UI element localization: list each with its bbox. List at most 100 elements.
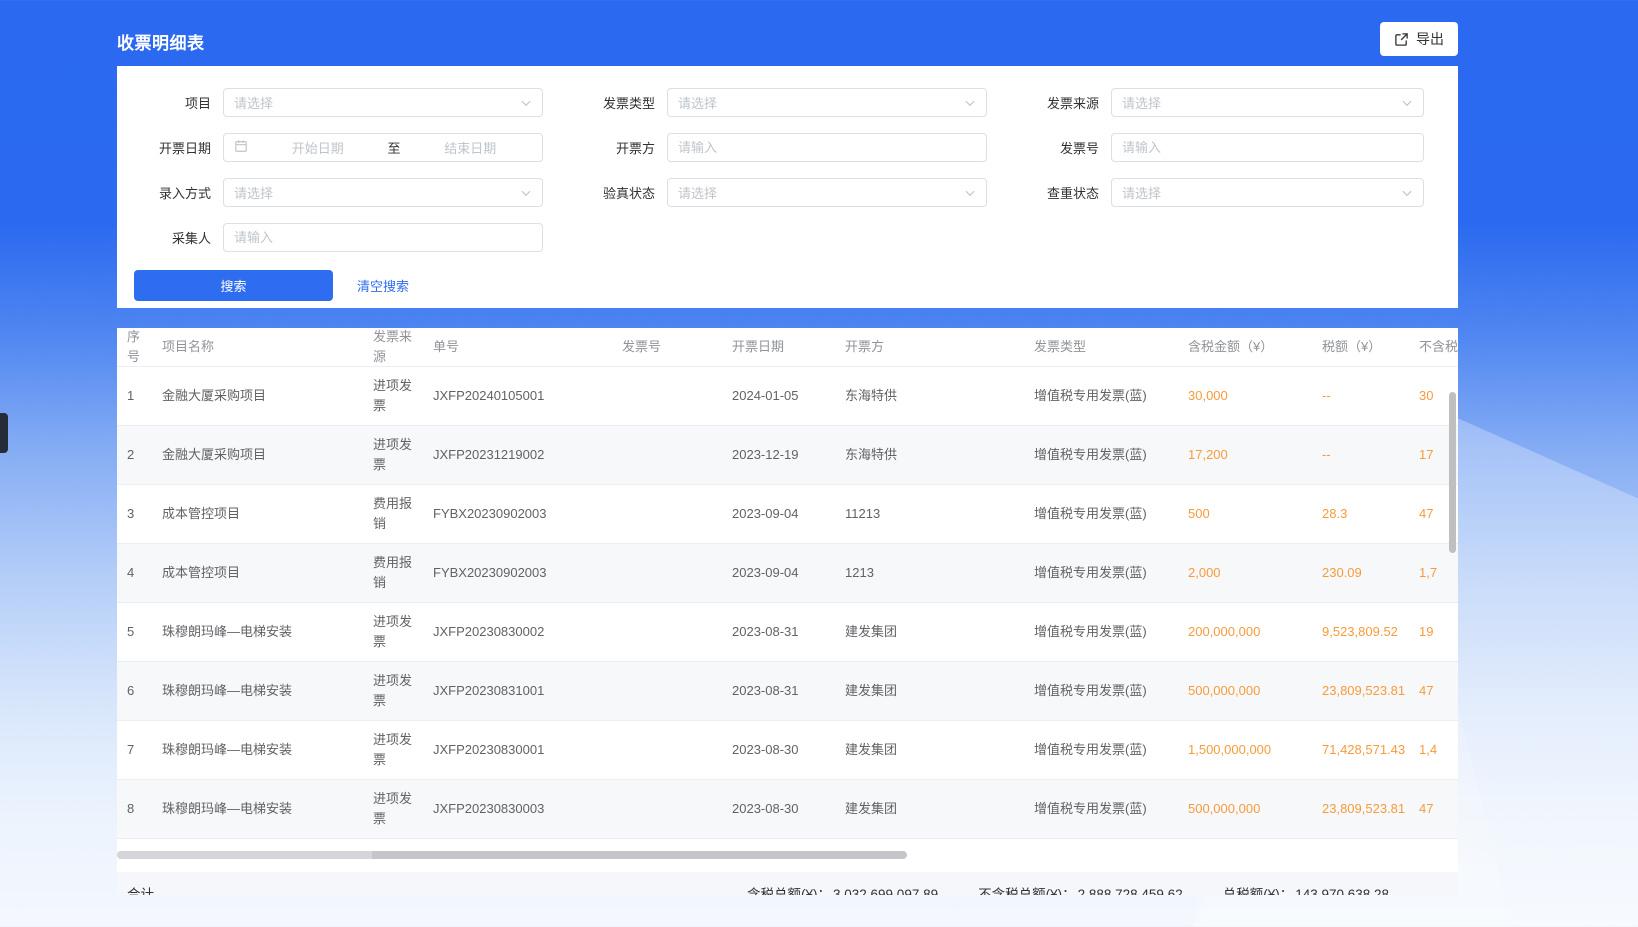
filter-field-invoice-type: 发票类型 请选择 [561, 80, 1005, 125]
cell-issuer: 东海特供 [845, 377, 1034, 415]
col-header-source: 发票来源 [373, 328, 433, 367]
project-select[interactable]: 请选择 [223, 88, 543, 117]
clear-search-link[interactable]: 清空搜索 [357, 276, 409, 295]
invoice-date-range-picker[interactable]: 开始日期 至 结束日期 [223, 133, 543, 162]
filter-field-entry-method: 录入方式 请选择 [117, 170, 561, 215]
cell-doc-no: JXFP20230830002 [433, 613, 622, 651]
cell-amount: 30,000 [1188, 377, 1322, 415]
cell-tax: 230.09 [1322, 554, 1419, 592]
chevron-down-icon [964, 187, 976, 199]
col-header-type: 发票类型 [1034, 328, 1188, 366]
cell-date: 2023-09-04 [732, 554, 845, 592]
issuer-input[interactable] [678, 140, 976, 155]
cell-amount: 500,000,000 [1188, 672, 1322, 710]
export-icon [1394, 32, 1409, 47]
table-row[interactable]: 4 成本管控项目 费用报销 FYBX20230902003 2023-09-04… [117, 544, 1458, 603]
export-button[interactable]: 导出 [1380, 22, 1458, 56]
export-button-label: 导出 [1416, 29, 1444, 49]
col-header-tax: 税额（¥） [1322, 328, 1419, 366]
cell-project: 成本管控项目 [162, 495, 373, 533]
cell-project: 珠穆朗玛峰—电梯安装 [162, 731, 373, 769]
invoice-source-select[interactable]: 请选择 [1111, 88, 1424, 117]
cell-seq: 4 [117, 554, 162, 592]
cell-amount-notax: 47 [1419, 790, 1458, 828]
invoice-number-input[interactable] [1122, 140, 1413, 155]
issuer-label: 开票方 [561, 138, 667, 157]
cell-source: 进项发票 [373, 426, 433, 484]
cell-seq: 5 [117, 613, 162, 651]
col-header-seq: 序号 [117, 328, 162, 367]
cell-seq: 7 [117, 731, 162, 769]
col-header-amount-notax: 不含税金额（¥） [1419, 328, 1458, 366]
collector-input[interactable] [234, 230, 532, 245]
table-row[interactable]: 5 珠穆朗玛峰—电梯安装 进项发票 JXFP20230830002 2023-0… [117, 603, 1458, 662]
cell-date: 2023-08-31 [732, 613, 845, 651]
col-header-project: 项目名称 [162, 328, 373, 366]
verify-status-label: 验真状态 [561, 183, 667, 202]
vertical-scrollbar-thumb[interactable] [1449, 392, 1456, 553]
summary-row: 合计 含税总额(¥)：3,032,699,097.89 不含税总额(¥)：2,8… [117, 872, 1458, 895]
table-row[interactable]: 6 珠穆朗玛峰—电梯安装 进项发票 JXFP20230831001 2023-0… [117, 662, 1458, 721]
end-date-placeholder: 结束日期 [409, 138, 533, 157]
cell-date: 2023-08-30 [732, 731, 845, 769]
summary-label: 合计 [117, 883, 717, 896]
cell-invoice-no [622, 446, 732, 464]
cell-issuer: 建发集团 [845, 731, 1034, 769]
cell-project: 珠穆朗玛峰—电梯安装 [162, 613, 373, 651]
search-button[interactable]: 搜索 [134, 270, 333, 301]
invoice-number-input-wrap [1111, 133, 1424, 162]
table-body: 1 金融大厦采购项目 进项发票 JXFP20240105001 2024-01-… [117, 367, 1458, 839]
cell-source: 进项发票 [373, 780, 433, 838]
cell-source: 进项发票 [373, 662, 433, 720]
filter-field-invoice-date: 开票日期 开始日期 至 结束日期 [117, 125, 561, 170]
filter-field-verify-status: 验真状态 请选择 [561, 170, 1005, 215]
table-row[interactable]: 7 珠穆朗玛峰—电梯安装 进项发票 JXFP20230830001 2023-0… [117, 721, 1458, 780]
page-title: 收票明细表 [117, 29, 205, 54]
cell-date: 2024-01-05 [732, 377, 845, 415]
collector-label: 采集人 [117, 228, 223, 247]
invoice-source-placeholder: 请选择 [1122, 93, 1401, 112]
summary-amount-with-tax-label: 含税总额(¥)： [747, 887, 831, 896]
calendar-icon [234, 139, 248, 156]
cell-project: 成本管控项目 [162, 554, 373, 592]
cell-seq: 1 [117, 377, 162, 415]
cell-seq: 3 [117, 495, 162, 533]
verify-status-select[interactable]: 请选择 [667, 178, 987, 207]
summary-amount-with-tax: 含税总额(¥)：3,032,699,097.89 [747, 883, 938, 896]
summary-amount-without-tax-label: 不含税总额(¥)： [978, 887, 1076, 896]
table-row[interactable]: 2 金融大厦采购项目 进项发票 JXFP20231219002 2023-12-… [117, 426, 1458, 485]
start-date-placeholder: 开始日期 [256, 138, 380, 157]
cell-project: 珠穆朗玛峰—电梯安装 [162, 672, 373, 710]
chevron-down-icon [520, 97, 532, 109]
entry-method-select[interactable]: 请选择 [223, 178, 543, 207]
cell-invoice-no [622, 505, 732, 523]
cell-tax: 71,428,571.43 [1322, 731, 1419, 769]
cell-type: 增值税专用发票(蓝) [1034, 731, 1188, 769]
cell-amount: 500,000,000 [1188, 790, 1322, 828]
cell-invoice-no [622, 741, 732, 759]
cell-source: 费用报销 [373, 485, 433, 543]
cell-source: 费用报销 [373, 544, 433, 602]
entry-method-label: 录入方式 [117, 183, 223, 202]
cell-date: 2023-12-19 [732, 436, 845, 474]
dup-check-status-select[interactable]: 请选择 [1111, 178, 1424, 207]
filter-field-dup-check-status: 查重状态 请选择 [1005, 170, 1442, 215]
invoice-type-placeholder: 请选择 [678, 93, 964, 112]
sidebar-collapse-handle[interactable] [0, 413, 8, 453]
cell-type: 增值税专用发票(蓝) [1034, 495, 1188, 533]
cell-doc-no: JXFP20230830001 [433, 731, 622, 769]
horizontal-scrollbar-thumb[interactable] [117, 851, 907, 859]
invoice-date-label: 开票日期 [117, 138, 223, 157]
cell-doc-no: JXFP20231219002 [433, 436, 622, 474]
invoice-type-select[interactable]: 请选择 [667, 88, 987, 117]
invoice-table-panel: 序号 项目名称 发票来源 单号 发票号 开票日期 开票方 发票类型 含税金额（¥… [117, 328, 1458, 895]
cell-amount: 200,000,000 [1188, 613, 1322, 651]
table-row[interactable]: 1 金融大厦采购项目 进项发票 JXFP20240105001 2024-01-… [117, 367, 1458, 426]
cell-tax: 23,809,523.81 [1322, 790, 1419, 828]
col-header-invoice-no: 发票号 [622, 328, 732, 366]
cell-date: 2023-09-04 [732, 495, 845, 533]
table-row[interactable]: 3 成本管控项目 费用报销 FYBX20230902003 2023-09-04… [117, 485, 1458, 544]
horizontal-scrollbar-track [117, 839, 1458, 872]
table-row[interactable]: 8 珠穆朗玛峰—电梯安装 进项发票 JXFP20230830003 2023-0… [117, 780, 1458, 839]
cell-doc-no: JXFP20240105001 [433, 377, 622, 415]
